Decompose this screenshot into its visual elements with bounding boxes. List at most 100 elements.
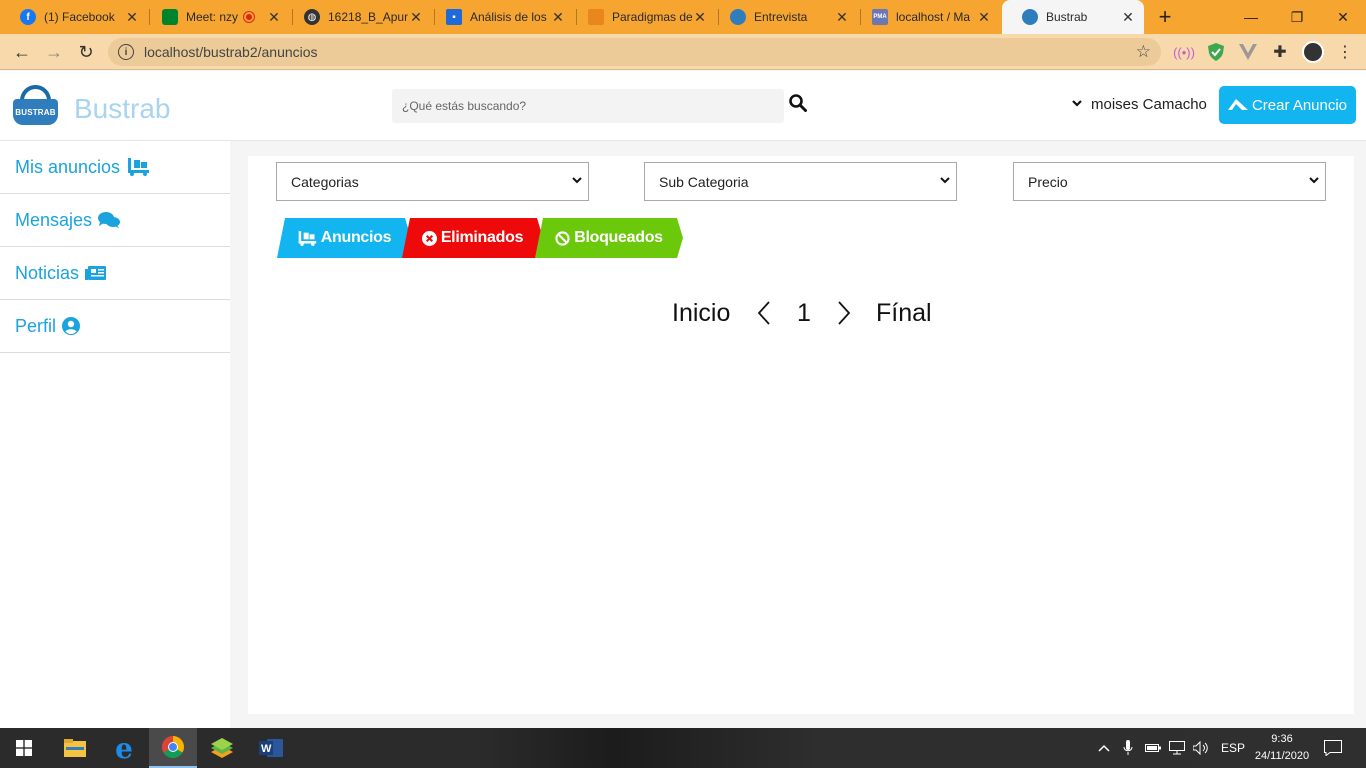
sidebar-item-label: Perfil <box>15 315 57 336</box>
comments-icon <box>98 211 121 229</box>
sidebar-item-label: Mensajes <box>15 209 93 230</box>
tab-eliminados[interactable]: Eliminados <box>402 218 543 258</box>
bluestacks-icon[interactable] <box>198 728 246 768</box>
network-icon[interactable] <box>1169 728 1185 768</box>
minimize-button[interactable]: — <box>1228 0 1274 34</box>
page-last-link[interactable]: Fínal <box>876 299 932 328</box>
language-indicator[interactable]: ESP <box>1221 728 1245 768</box>
extensions-puzzle-icon[interactable]: ✚ <box>1271 43 1289 61</box>
volume-icon[interactable] <box>1193 728 1209 768</box>
user-circle-icon <box>62 317 81 335</box>
browser-tab-bustrab[interactable]: Bustrab ✕ <box>1002 0 1144 34</box>
close-icon[interactable]: ✕ <box>266 9 282 26</box>
phpmyadmin-icon: PMA <box>872 9 888 25</box>
back-button[interactable]: ← <box>10 40 34 64</box>
chevron-left-icon[interactable] <box>757 301 771 332</box>
tab-bloqueados[interactable]: Bloqueados <box>535 218 683 258</box>
user-menu[interactable]: moises Camacho <box>1072 96 1207 113</box>
sidebar-item-perfil[interactable]: Perfil <box>0 300 230 353</box>
site-info-icon[interactable]: i <box>118 44 134 60</box>
forward-button[interactable]: → <box>42 40 66 64</box>
page-first-link[interactable]: Inicio <box>672 299 730 328</box>
tab-anuncios[interactable]: Anuncios <box>277 218 411 258</box>
clock-date: 24/11/2020 <box>1254 750 1310 762</box>
bookmark-star-icon[interactable]: ☆ <box>1136 42 1151 62</box>
chevron-down-icon <box>940 175 950 187</box>
close-icon[interactable]: ✕ <box>124 9 140 26</box>
browser-toolbar: ← → ↻ i localhost/bustrab2/anuncios ☆ ((… <box>0 34 1366 70</box>
logo-text: BUSTRAB <box>13 99 58 125</box>
show-hidden-icons-icon[interactable] <box>1098 728 1110 768</box>
address-bar[interactable]: i localhost/bustrab2/anuncios ☆ <box>108 38 1161 66</box>
bustrab-icon <box>730 9 746 25</box>
battery-icon[interactable] <box>1145 728 1161 768</box>
chevron-down-icon <box>572 175 582 187</box>
tab-label: Bloqueados <box>574 229 663 246</box>
new-tab-button[interactable]: + <box>1152 0 1178 34</box>
tab-title: Bustrab <box>1046 10 1088 24</box>
edge-icon[interactable]: e <box>100 728 148 768</box>
vue-devtools-icon[interactable] <box>1239 43 1257 61</box>
chevron-right-icon[interactable] <box>837 301 851 332</box>
site-header: BUSTRAB Bustrab moises Camacho Crear Anu… <box>0 71 1366 141</box>
browser-tab-phpmyadmin[interactable]: PMA localhost / Ma ✕ <box>852 0 1000 34</box>
subcategory-select-value: Sub Categoria <box>659 173 749 190</box>
page-current[interactable]: 1 <box>797 299 811 328</box>
browser-tab-apuntes[interactable]: ◍ 16218_B_Apun ✕ <box>284 0 432 34</box>
user-name: moises Camacho <box>1091 96 1207 113</box>
category-select-value: Categorias <box>291 173 359 190</box>
reload-button[interactable]: ↻ <box>74 40 98 64</box>
search-input[interactable] <box>392 89 784 123</box>
tab-title: Análisis de los <box>470 10 547 24</box>
restore-button[interactable]: ❐ <box>1274 0 1320 34</box>
microphone-icon[interactable] <box>1123 728 1133 768</box>
price-select-value: Precio <box>1028 173 1068 190</box>
meet-icon <box>162 9 178 25</box>
close-window-button[interactable]: ✕ <box>1320 0 1366 34</box>
close-icon[interactable]: ✕ <box>1120 9 1136 26</box>
url-text: localhost/bustrab2/anuncios <box>144 44 318 60</box>
browser-tab-meet[interactable]: Meet: nzy ✕ <box>142 0 290 34</box>
browser-tab-entrevista[interactable]: Entrevista ✕ <box>710 0 858 34</box>
pagination: Inicio 1 Fínal <box>248 299 1354 329</box>
browser-tab-analisis[interactable]: ▪ Análisis de los ✕ <box>426 0 574 34</box>
subcategory-select[interactable]: Sub Categoria <box>644 162 957 201</box>
brand-name[interactable]: Bustrab <box>74 93 171 125</box>
sidebar-item-noticias[interactable]: Noticias <box>0 247 230 300</box>
dolly-icon <box>297 230 317 246</box>
sidebar: Mis anuncios Mensajes Noticias Perfil <box>0 141 230 728</box>
category-select[interactable]: Categorias <box>276 162 589 201</box>
newspaper-icon <box>85 265 107 281</box>
chevron-down-icon <box>1072 99 1082 110</box>
paper-plane-icon <box>1227 97 1248 114</box>
shield-extension-icon[interactable] <box>1207 43 1225 61</box>
notifications-icon[interactable] <box>1324 728 1342 768</box>
word-icon[interactable]: W <box>247 728 295 768</box>
create-ad-button[interactable]: Crear Anuncio <box>1219 86 1356 124</box>
file-explorer-icon[interactable] <box>51 728 99 768</box>
sidebar-item-mensajes[interactable]: Mensajes <box>0 194 230 247</box>
broadcast-extension-icon[interactable]: ((•)) <box>1173 43 1195 61</box>
bustrab-logo[interactable]: BUSTRAB <box>13 85 58 125</box>
browser-tab-facebook[interactable]: f (1) Facebook ✕ <box>0 0 148 34</box>
close-icon[interactable]: ✕ <box>408 9 424 26</box>
search-icon[interactable] <box>789 94 809 114</box>
chrome-menu-icon[interactable]: ⋮ <box>1336 43 1354 61</box>
system-clock[interactable]: 9:36 24/11/2020 <box>1250 731 1314 765</box>
close-icon[interactable]: ✕ <box>692 9 708 26</box>
profile-avatar[interactable] <box>1302 41 1324 63</box>
price-select[interactable]: Precio <box>1013 162 1326 201</box>
sidebar-item-mis-anuncios[interactable]: Mis anuncios <box>0 141 230 194</box>
tab-label: Eliminados <box>440 229 524 246</box>
browser-tab-paradigmas[interactable]: Paradigmas de ✕ <box>568 0 716 34</box>
close-icon[interactable]: ✕ <box>976 9 992 26</box>
sidebar-item-label: Mis anuncios <box>15 156 121 177</box>
close-icon[interactable]: ✕ <box>834 9 850 26</box>
chrome-icon[interactable] <box>149 728 197 768</box>
bustrab-icon <box>1022 9 1038 25</box>
tab-label: Anuncios <box>320 229 392 246</box>
ban-icon <box>555 230 570 246</box>
windows-start-icon[interactable] <box>0 728 48 768</box>
main-content: Categorias Sub Categoria Precio Anuncios… <box>248 156 1354 714</box>
close-icon[interactable]: ✕ <box>550 9 566 26</box>
